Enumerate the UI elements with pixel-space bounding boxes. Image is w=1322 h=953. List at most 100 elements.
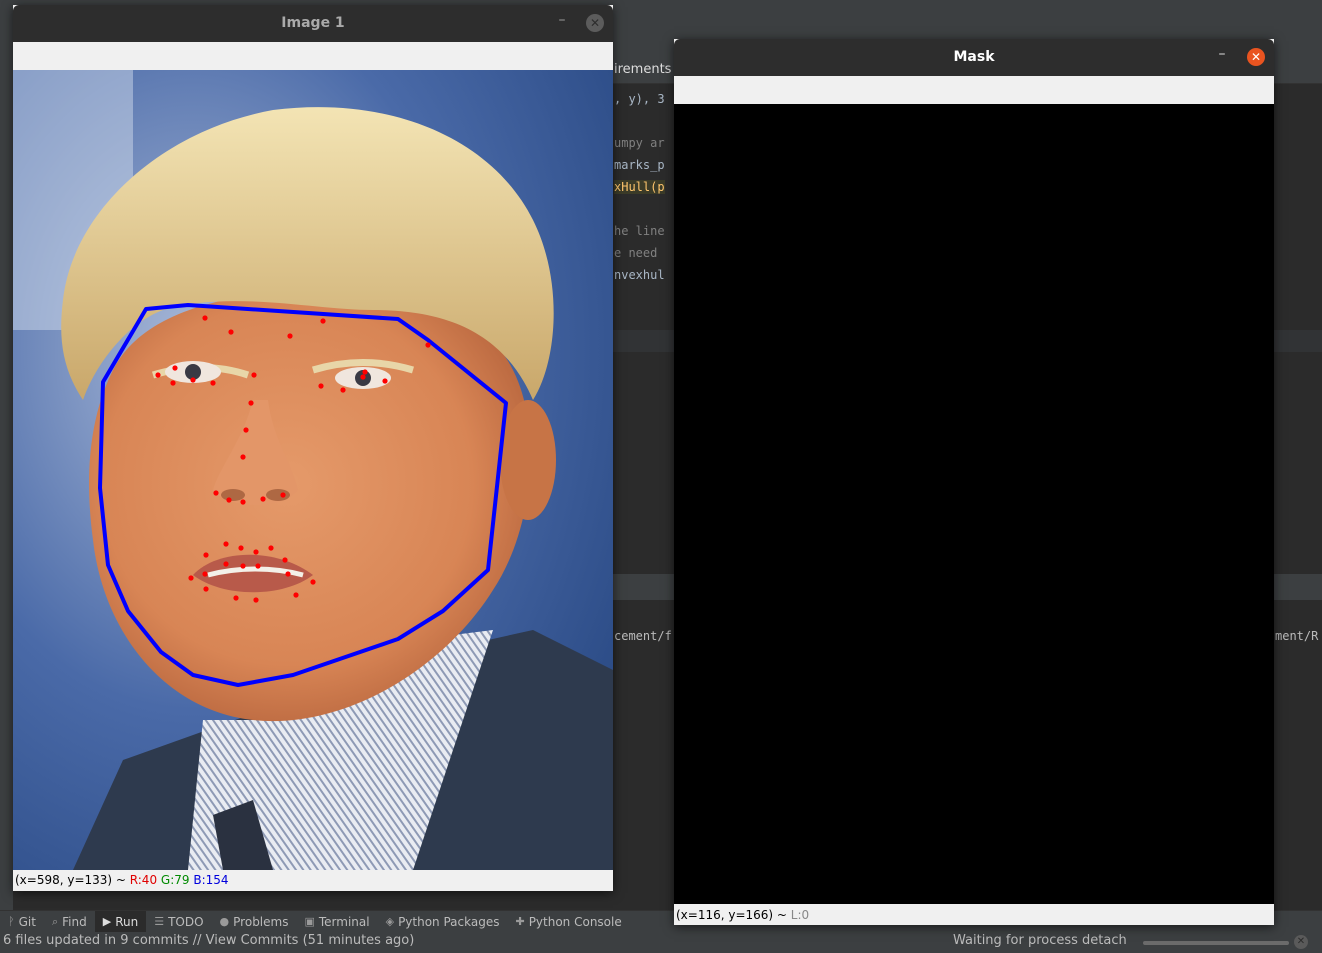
landmark-point <box>188 575 194 581</box>
landmark-point <box>310 579 316 585</box>
landmark-point <box>362 369 368 375</box>
image-window-titlebar[interactable]: Image 1 – ✕ <box>13 5 613 42</box>
landmark-point <box>282 557 288 563</box>
process-progress-bar <box>1143 941 1289 945</box>
image-status-bar: (x=598, y=133) ~ R:40 G:79 B:154 <box>13 870 613 891</box>
landmark-point <box>382 378 388 384</box>
minimize-button[interactable]: – <box>1214 46 1230 66</box>
close-button[interactable]: ✕ <box>586 14 604 32</box>
landmark-point <box>360 374 366 380</box>
landmark-point <box>213 490 219 496</box>
todo-icon: ☰ <box>154 915 165 928</box>
vcs-status-link[interactable]: 6 files updated in 9 commits // View Com… <box>3 933 414 948</box>
toolwindow-label: Run <box>115 914 139 929</box>
cancel-process-icon[interactable]: ✕ <box>1294 935 1308 949</box>
mask-window[interactable]: Mask – ✕ (x=116, y=166) ~ L:0 <box>674 39 1274 925</box>
landmark-point <box>202 315 208 321</box>
desktop: irements , y), 3 umpy ar marks_p xHull(p… <box>0 0 1322 953</box>
code-line: xHull(p <box>614 180 665 194</box>
toolwindow-terminal[interactable]: ▣ Terminal <box>296 911 377 933</box>
cursor-coordinates: (x=598, y=133) ~ <box>15 873 130 887</box>
landmark-point <box>190 377 196 383</box>
mask-toolbar <box>674 76 1274 104</box>
toolwindow-label: TODO <box>168 914 204 929</box>
landmark-point <box>280 492 286 498</box>
pixel-green-value: G:79 <box>160 873 190 887</box>
image-window[interactable]: Image 1 – ✕ (x=598, y=133) ~ R:40 G:79 B… <box>13 5 613 891</box>
landmark-point <box>238 545 244 551</box>
toolwindow-python-console[interactable]: ✚ Python Console <box>507 911 629 933</box>
run-icon: ▶ <box>102 915 112 928</box>
landmark-point <box>425 342 431 348</box>
image-toolbar <box>13 42 613 70</box>
run-path-text: cement/f <box>614 629 672 643</box>
landmark-point <box>260 496 266 502</box>
landmark-point <box>255 563 261 569</box>
landmark-point <box>320 318 326 324</box>
toolwindow-label: Python Packages <box>398 914 500 929</box>
landmark-point <box>340 387 346 393</box>
process-status-text: Waiting for process detach <box>953 933 1127 948</box>
landmark-point <box>210 380 216 386</box>
landmark-point <box>248 400 254 406</box>
mask-image-canvas[interactable] <box>674 104 1274 904</box>
terminal-icon: ▣ <box>304 915 315 928</box>
landmark-point <box>240 454 246 460</box>
landmark-point <box>240 499 246 505</box>
problems-icon: ● <box>219 915 230 928</box>
landmark-point <box>287 333 293 339</box>
toolwindow-run[interactable]: ▶ Run <box>94 910 147 933</box>
close-button[interactable]: ✕ <box>1247 48 1265 66</box>
python-packages-icon: ◈ <box>385 915 395 928</box>
ide-status-bar: 6 files updated in 9 commits // View Com… <box>0 932 1322 953</box>
landmark-point <box>203 586 209 592</box>
git-icon: ᚹ <box>8 915 15 928</box>
landmark-point <box>285 571 291 577</box>
code-line: nvexhul <box>614 268 665 282</box>
code-line: , y), 3 <box>614 92 665 106</box>
run-path-text: ment/R <box>1275 629 1319 643</box>
toolwindow-git[interactable]: ᚹ Git <box>0 911 44 933</box>
find-icon: ⌕ <box>51 914 59 928</box>
python-console-icon: ✚ <box>515 915 525 928</box>
toolwindow-todo[interactable]: ☰ TODO <box>146 911 211 933</box>
landmark-point <box>203 552 209 558</box>
ear <box>500 400 556 520</box>
landmark-point <box>223 561 229 567</box>
code-line: he line <box>614 224 665 238</box>
toolwindow-find[interactable]: ⌕ Find <box>44 911 95 933</box>
minimize-button[interactable]: – <box>554 12 570 32</box>
landmark-point <box>240 563 246 569</box>
code-line: marks_p <box>614 158 665 172</box>
nostril <box>266 489 290 501</box>
landmark-point <box>226 497 232 503</box>
face-image-canvas[interactable] <box>13 70 613 870</box>
landmark-point <box>155 372 161 378</box>
landmark-point <box>170 380 176 386</box>
landmark-point <box>253 597 259 603</box>
landmark-point <box>228 329 234 335</box>
mask-status-bar: (x=116, y=166) ~ L:0 <box>674 904 1274 925</box>
toolwindow-label: Terminal <box>318 914 370 929</box>
landmark-point <box>293 592 299 598</box>
pixel-red-value: R:40 <box>129 873 158 887</box>
window-title: Mask <box>953 49 995 65</box>
toolwindow-label: Problems <box>233 914 289 929</box>
code-line: e need <box>614 246 658 260</box>
pixel-blue-value: B:154 <box>193 873 229 887</box>
landmark-point <box>318 383 324 389</box>
landmark-point <box>223 541 229 547</box>
toolwindow-label: Python Console <box>528 914 622 929</box>
pixel-luminance-value: L:0 <box>790 908 810 922</box>
landmark-point <box>233 595 239 601</box>
editor-tab-label[interactable]: irements <box>614 62 671 77</box>
mask-window-titlebar[interactable]: Mask – ✕ <box>674 39 1274 76</box>
toolwindow-problems[interactable]: ● Problems <box>212 911 297 933</box>
code-line: umpy ar <box>614 136 665 150</box>
toolwindow-python-packages[interactable]: ◈ Python Packages <box>378 911 508 933</box>
landmark-point <box>172 365 178 371</box>
landmark-point <box>253 549 259 555</box>
toolwindow-label: Git <box>18 914 36 929</box>
window-title: Image 1 <box>281 15 345 31</box>
landmark-point <box>243 427 249 433</box>
